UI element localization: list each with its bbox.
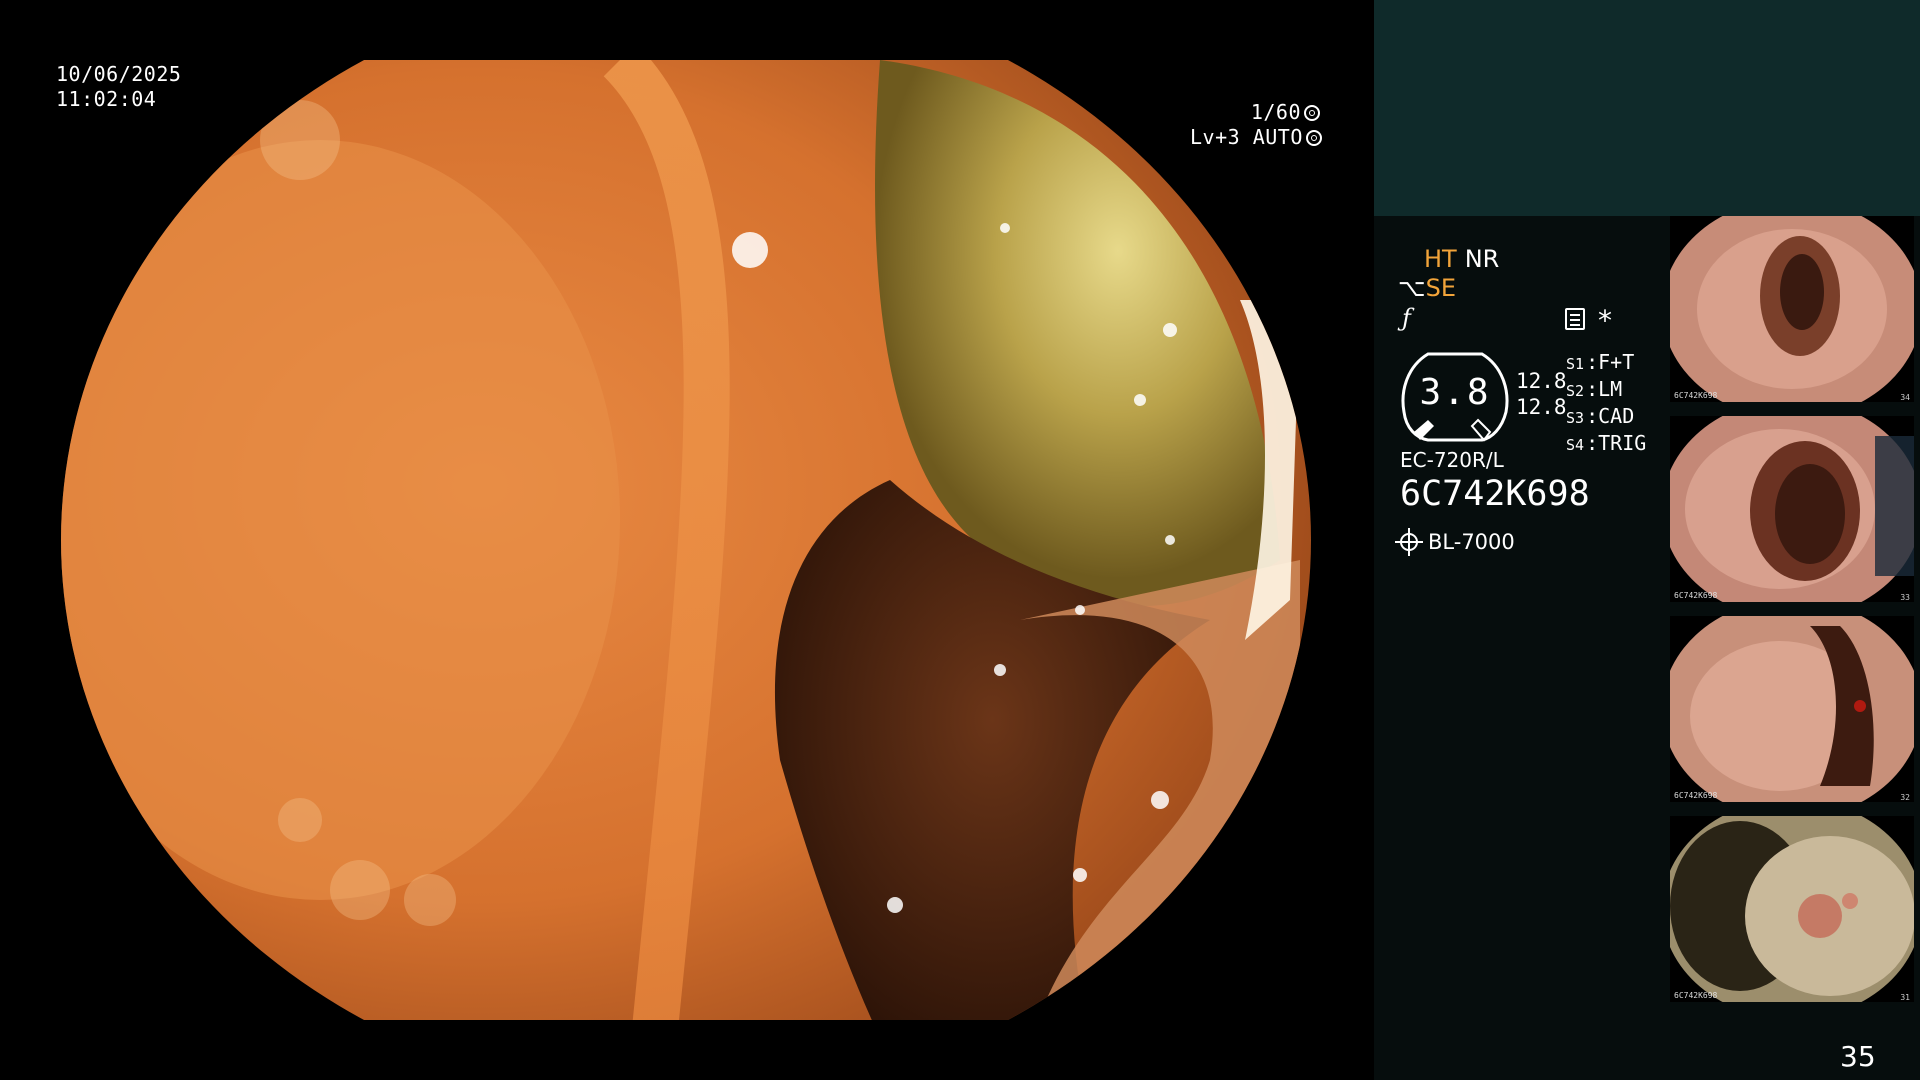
thumbnail-image xyxy=(1670,216,1914,402)
date-time-overlay: 10/06/2025 11:02:04 xyxy=(56,62,181,112)
gauge-side-values: 12.8 12.8 xyxy=(1516,368,1567,420)
image-modes: HT NR xyxy=(1424,244,1499,274)
slot-1: S1:F+T xyxy=(1566,350,1635,374)
date-text: 10/06/2025 xyxy=(56,62,182,86)
thumbnail-number: 33 xyxy=(1900,593,1910,602)
light-source-text: BL-7000 xyxy=(1428,530,1515,554)
image-count: 35 xyxy=(1840,1040,1876,1073)
settings-list-icon xyxy=(1565,308,1585,330)
thumbnail-serial: 6C742K698 xyxy=(1674,791,1718,800)
se-mode: ⌥SE xyxy=(1398,274,1456,302)
mode-ht: HT xyxy=(1424,245,1457,273)
side-value-2: 12.8 xyxy=(1516,395,1567,419)
slot-4: S4:TRIG xyxy=(1566,431,1647,455)
thumbnail-number: 31 xyxy=(1900,993,1910,1002)
thumbnail-image xyxy=(1670,416,1914,602)
asterisk-icon: * xyxy=(1598,304,1612,337)
scope-shape-icon: ⌥ xyxy=(1398,274,1426,302)
exposure-overlay: 1/60 Lv+3 AUTO xyxy=(1190,100,1322,150)
endoscope-view xyxy=(0,0,1372,1080)
time-text: 11:02:04 xyxy=(56,87,157,111)
scope-serial: 6C742K698 xyxy=(1400,474,1590,514)
thumbnail-serial: 6C742K698 xyxy=(1674,391,1718,400)
level-text: Lv+3 AUTO xyxy=(1190,125,1303,149)
thumbnail-4[interactable]: 6C742K698 31 xyxy=(1670,816,1914,1002)
endoscope-image xyxy=(61,60,1311,1020)
mode-nr: NR xyxy=(1464,245,1500,273)
slot-3: S3:CAD xyxy=(1566,404,1635,428)
mode-se: SE xyxy=(1425,274,1457,302)
thumbnail-serial: 6C742K698 xyxy=(1674,591,1718,600)
thumbnail-image xyxy=(1670,616,1914,802)
panel-header xyxy=(1374,0,1920,216)
thumbnail-1[interactable]: 6C742K698 34 xyxy=(1670,216,1914,402)
side-value-1: 12.8 xyxy=(1516,369,1567,393)
thumbnail-2[interactable]: 6C742K698 33 xyxy=(1670,416,1914,602)
shutter-text: 1/60 xyxy=(1250,100,1301,124)
thumbnail-number: 34 xyxy=(1900,393,1910,402)
thumbnail-3[interactable]: 6C742K698 32 xyxy=(1670,616,1914,802)
thumbnail-number: 32 xyxy=(1900,793,1910,802)
slot-2: S2:LM xyxy=(1566,377,1623,401)
light-source: BL-7000 xyxy=(1395,528,1515,556)
freeze-icon: ƒ xyxy=(1402,304,1411,332)
gauge-value: 3.8 xyxy=(1419,372,1491,413)
switch-slots: S1:F+T S2:LM S3:CAD S4:TRIG xyxy=(1566,350,1646,458)
scope-model: EC-720R/L xyxy=(1400,448,1504,472)
iris-icon xyxy=(1305,130,1322,146)
thumbnail-serial: 6C742K698 xyxy=(1674,991,1718,1000)
thumbnail-image xyxy=(1670,816,1914,1002)
light-source-icon xyxy=(1395,528,1423,556)
shutter-icon xyxy=(1304,105,1320,121)
